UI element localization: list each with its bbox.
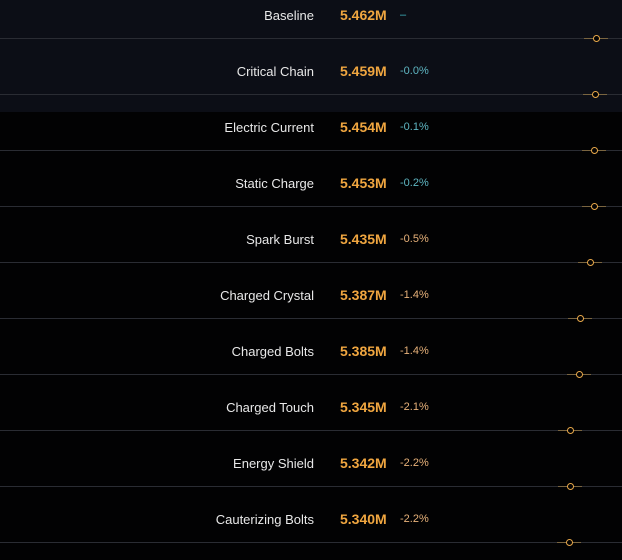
value-marker-icon <box>576 315 584 322</box>
value-marker-icon <box>566 483 574 490</box>
result-row[interactable]: Critical Chain 5.459M -0.0% <box>0 56 622 112</box>
result-name: Baseline <box>264 8 314 23</box>
results-list: Baseline 5.462M – Critical Chain 5.459M -0.0%… <box>0 0 622 560</box>
row-divider <box>0 542 622 543</box>
result-row[interactable]: Energy Shield 5.342M -2.2% <box>0 448 622 504</box>
result-row[interactable]: Baseline 5.462M – <box>0 0 622 56</box>
result-name: Charged Touch <box>226 400 314 415</box>
result-name: Charged Crystal <box>220 288 314 303</box>
result-delta: -2.1% <box>400 401 429 413</box>
result-delta: -0.2% <box>400 177 429 189</box>
row-divider <box>0 150 622 151</box>
result-value: 5.453M <box>340 175 387 191</box>
value-marker-icon <box>587 259 595 266</box>
result-delta: -0.1% <box>400 121 429 133</box>
result-value: 5.454M <box>340 119 387 135</box>
row-divider <box>0 374 622 375</box>
row-divider <box>0 430 622 431</box>
row-divider <box>0 38 622 39</box>
result-name: Charged Bolts <box>231 344 314 359</box>
result-name: Spark Burst <box>246 232 314 247</box>
result-delta: – <box>400 9 407 21</box>
result-value: 5.435M <box>340 231 387 247</box>
result-delta: -1.4% <box>400 345 429 357</box>
result-row[interactable]: Charged Bolts 5.385M -1.4% <box>0 336 622 392</box>
result-value: 5.387M <box>340 287 387 303</box>
value-marker-icon <box>593 35 600 42</box>
result-value: 5.385M <box>340 343 387 359</box>
result-row[interactable]: Electric Current 5.454M -0.1% <box>0 112 622 168</box>
result-row[interactable]: Cauterizing Bolts 5.340M -2.2% <box>0 504 622 560</box>
result-name: Electric Current <box>224 120 314 135</box>
value-marker-icon <box>592 91 600 98</box>
result-row[interactable]: Static Charge 5.453M -0.2% <box>0 168 622 224</box>
value-marker-icon <box>567 427 575 434</box>
result-value: 5.459M <box>340 63 387 79</box>
value-marker-icon <box>591 203 599 210</box>
result-name: Energy Shield <box>233 456 314 471</box>
result-delta: -2.2% <box>400 513 429 525</box>
result-value: 5.340M <box>340 511 387 527</box>
result-delta: -0.5% <box>400 233 429 245</box>
row-divider <box>0 486 622 487</box>
row-divider <box>0 262 622 263</box>
result-row[interactable]: Spark Burst 5.435M -0.5% <box>0 224 622 280</box>
result-row[interactable]: Charged Crystal 5.387M -1.4% <box>0 280 622 336</box>
result-value: 5.342M <box>340 455 387 471</box>
row-divider <box>0 206 622 207</box>
result-delta: -2.2% <box>400 457 429 469</box>
value-marker-icon <box>591 147 599 154</box>
result-delta: -0.0% <box>400 65 429 77</box>
row-divider <box>0 318 622 319</box>
result-value: 5.462M <box>340 7 387 23</box>
result-delta: -1.4% <box>400 289 429 301</box>
value-marker-icon <box>576 371 584 378</box>
result-name: Cauterizing Bolts <box>215 512 314 527</box>
result-value: 5.345M <box>340 399 387 415</box>
row-divider <box>0 94 622 95</box>
result-name: Critical Chain <box>236 64 314 79</box>
result-name: Static Charge <box>235 176 314 191</box>
result-row[interactable]: Charged Touch 5.345M -2.1% <box>0 392 622 448</box>
value-marker-icon <box>566 539 574 546</box>
